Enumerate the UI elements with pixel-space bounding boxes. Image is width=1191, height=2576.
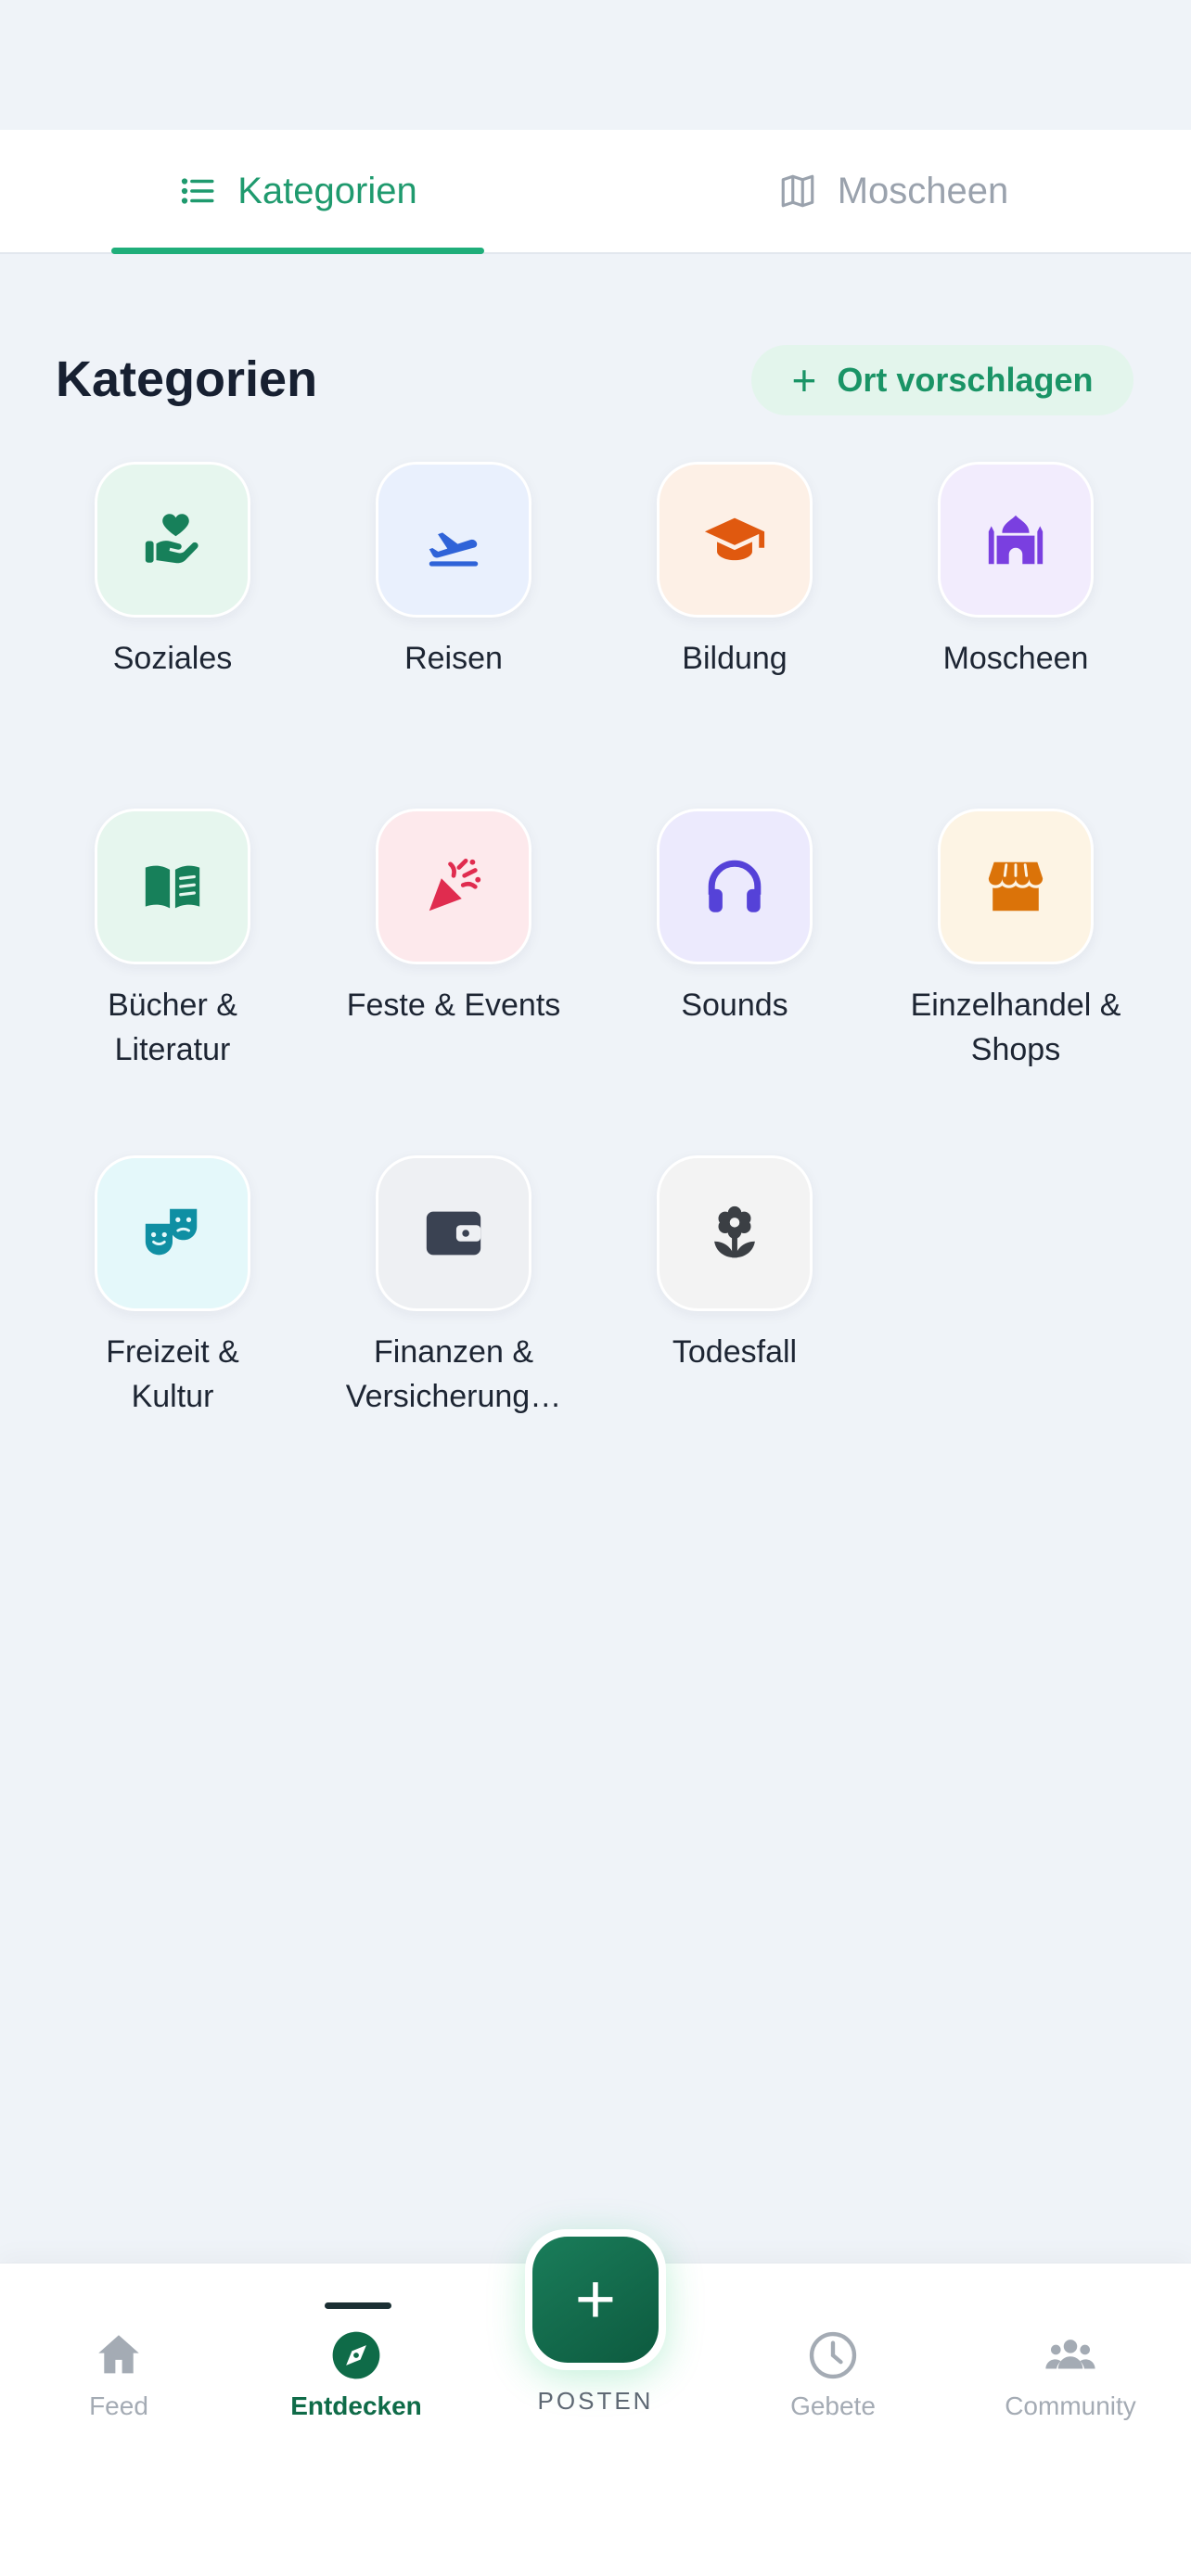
- category-label: Reisen: [404, 641, 503, 676]
- category-label: Finanzen & Versicherung…: [345, 1334, 562, 1414]
- book-open-icon: [145, 865, 200, 909]
- category-freizeit[interactable]: Freizeit & Kultur: [33, 1155, 312, 1419]
- category-label: Einzelhandel & Shops: [910, 988, 1121, 1067]
- category-tile: [376, 809, 531, 964]
- map-icon: [781, 174, 814, 208]
- category-label: Todesfall: [672, 1334, 798, 1370]
- active-tab-indicator: [111, 248, 484, 254]
- category-label: Bücher & Literatur: [108, 988, 237, 1067]
- tab-label: Moscheen: [837, 170, 1009, 211]
- category-einzelhandel[interactable]: Einzelhandel & Shops: [877, 809, 1155, 1072]
- plus-icon: +: [532, 2237, 659, 2363]
- nav-gebete[interactable]: Gebete: [731, 2328, 935, 2421]
- nav-label: Community: [1005, 2391, 1136, 2420]
- category-tile: [376, 462, 531, 618]
- category-tile: [657, 809, 813, 964]
- tab-label: Kategorien: [237, 170, 417, 211]
- tab-bar: Kategorien Moscheen: [0, 130, 1191, 254]
- category-soziales[interactable]: Soziales: [33, 462, 312, 681]
- flower-icon: [714, 1205, 755, 1258]
- clock-icon: [809, 2331, 857, 2379]
- party-popper-icon: [429, 858, 481, 912]
- category-tile: [938, 462, 1094, 618]
- post-button[interactable]: +: [525, 2229, 666, 2370]
- nav-community[interactable]: Community: [968, 2328, 1172, 2421]
- category-label: Bildung: [682, 641, 788, 676]
- category-reisen[interactable]: Reisen: [314, 462, 593, 681]
- active-nav-indicator: [325, 2302, 391, 2309]
- category-bildung[interactable]: Bildung: [596, 462, 874, 681]
- category-todesfall[interactable]: Todesfall: [596, 1155, 874, 1374]
- category-label: Sounds: [681, 988, 788, 1023]
- nav-feed[interactable]: Feed: [17, 2328, 221, 2421]
- nav-label: Feed: [89, 2391, 148, 2420]
- users-icon: [1045, 2340, 1095, 2369]
- headphones-icon: [708, 860, 762, 912]
- category-feste[interactable]: Feste & Events: [314, 809, 593, 1027]
- category-buecher[interactable]: Bücher & Literatur: [33, 809, 312, 1072]
- compass-icon: [332, 2331, 380, 2379]
- theater-masks-icon: [145, 1208, 198, 1256]
- wallet-icon: [426, 1211, 481, 1256]
- category-label: Soziales: [112, 641, 233, 676]
- category-tile: [657, 1155, 813, 1311]
- category-label: Moscheen: [942, 641, 1089, 676]
- tab-kategorien[interactable]: Kategorien: [0, 130, 596, 254]
- suggest-place-button[interactable]: + Ort vorschlagen: [751, 345, 1133, 415]
- hand-heart-icon: [145, 514, 198, 564]
- category-moscheen[interactable]: Moscheen: [877, 462, 1155, 681]
- category-tile: [657, 462, 813, 618]
- category-tile: [95, 462, 250, 618]
- category-tile: [95, 809, 250, 964]
- mosque-icon: [988, 515, 1044, 565]
- status-bar: [0, 0, 1191, 130]
- home-icon: [98, 2335, 139, 2374]
- category-tile: [376, 1155, 531, 1311]
- nav-label: Gebete: [790, 2391, 876, 2420]
- post-label: POSTEN: [537, 2387, 654, 2415]
- category-label: Freizeit & Kultur: [106, 1334, 239, 1414]
- category-tile: [95, 1155, 250, 1311]
- nav-label: Entdecken: [290, 2391, 422, 2420]
- nav-entdecken[interactable]: Entdecken: [254, 2328, 458, 2421]
- section-title: Kategorien: [56, 351, 318, 407]
- store-icon: [988, 861, 1044, 912]
- plane-departure-icon: [429, 532, 479, 567]
- category-tile: [938, 809, 1094, 964]
- category-label: Feste & Events: [346, 988, 561, 1023]
- graduation-cap-icon: [704, 517, 765, 561]
- plus-icon: +: [791, 356, 817, 404]
- tab-moscheen[interactable]: Moscheen: [596, 130, 1191, 252]
- suggest-label: Ort vorschlagen: [837, 361, 1094, 399]
- category-finanzen[interactable]: Finanzen & Versicherung…: [314, 1155, 593, 1419]
- category-sounds[interactable]: Sounds: [596, 809, 874, 1027]
- list-icon: [182, 178, 214, 204]
